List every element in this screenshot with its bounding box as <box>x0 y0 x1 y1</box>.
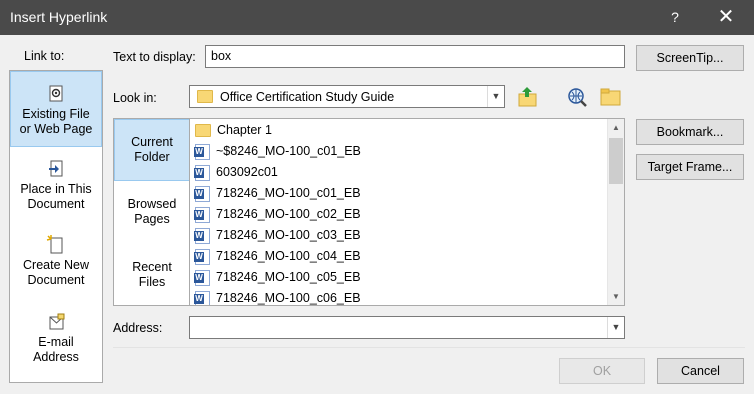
link-to-email-line1: E-mail <box>38 335 74 349</box>
file-name: Chapter 1 <box>217 123 272 137</box>
word-document-icon <box>194 164 210 181</box>
scroll-down-icon[interactable]: ▼ <box>608 288 624 305</box>
list-item[interactable]: 718246_MO-100_c05_EB <box>194 267 361 288</box>
folder-icon <box>195 124 211 138</box>
word-document-icon <box>194 185 210 202</box>
nav-browsed-pages[interactable]: Browsed Pages <box>114 197 190 237</box>
word-document-icon <box>194 227 210 244</box>
scroll-up-icon[interactable]: ▲ <box>608 119 624 136</box>
divider <box>113 347 745 348</box>
email-address-icon <box>46 312 66 332</box>
target-frame-button[interactable]: Target Frame... <box>636 154 744 180</box>
link-to-existing-line2: or Web Page <box>19 122 93 136</box>
address-label: Address: <box>113 321 163 335</box>
dialog-title: Insert Hyperlink <box>10 9 108 25</box>
word-document-icon <box>194 206 210 223</box>
link-to-create-line2: Document <box>27 273 85 287</box>
list-item[interactable]: 603092c01 <box>194 162 278 183</box>
file-list[interactable]: Chapter 1 ~$8246_MO-100_c01_EB 603092c01… <box>189 118 625 306</box>
file-name: 718246_MO-100_c05_EB <box>216 270 361 284</box>
up-folder-icon <box>518 87 537 107</box>
word-document-icon <box>194 143 210 160</box>
browse-file-icon <box>600 88 621 106</box>
list-item[interactable]: 718246_MO-100_c06_EB <box>194 288 361 305</box>
link-to-existing-file[interactable]: Existing File or Web Page <box>10 71 102 147</box>
nav-recent-line2: Files <box>138 275 166 289</box>
link-to-place-line1: Place in This <box>20 182 92 196</box>
link-to-existing-line1: Existing File <box>22 107 90 121</box>
list-item[interactable]: Chapter 1 <box>195 120 272 141</box>
file-name: 718246_MO-100_c03_EB <box>216 228 361 242</box>
link-to-place-in-document[interactable]: Place in This Document <box>10 159 102 215</box>
browse-web-icon <box>568 88 587 107</box>
close-button[interactable]: ✕ <box>706 0 746 35</box>
nav-recent-files[interactable]: Recent Files <box>114 260 190 300</box>
create-new-document-icon <box>46 235 66 255</box>
nav-current-line2: Folder <box>134 150 170 164</box>
nav-browsed-line1: Browsed <box>127 197 177 211</box>
file-name: 718246_MO-100_c06_EB <box>216 291 361 305</box>
word-document-icon <box>194 248 210 265</box>
look-in-label: Look in: <box>113 91 157 105</box>
nav-browsed-line2: Pages <box>134 212 170 226</box>
file-list-scrollbar[interactable]: ▲ ▼ <box>607 119 624 305</box>
list-item[interactable]: ~$8246_MO-100_c01_EB <box>194 141 361 162</box>
word-document-icon <box>194 290 210 305</box>
file-name: ~$8246_MO-100_c01_EB <box>216 144 361 158</box>
address-combo[interactable]: ▼ <box>189 316 625 339</box>
link-to-place-line2: Document <box>27 197 85 211</box>
scrollbar-thumb[interactable] <box>609 138 623 184</box>
text-to-display-input[interactable]: box <box>205 45 625 68</box>
file-name: 718246_MO-100_c02_EB <box>216 207 361 221</box>
file-name: 603092c01 <box>216 165 278 179</box>
link-to-panel: Existing File or Web Page Place in This … <box>9 70 103 383</box>
text-to-display-label: Text to display: <box>113 50 196 64</box>
look-in-combo[interactable]: Office Certification Study Guide ▼ <box>189 85 505 108</box>
title-bar: Insert Hyperlink ? ✕ <box>0 0 754 35</box>
cancel-button[interactable]: Cancel <box>657 358 744 384</box>
browse-web-button[interactable] <box>565 85 590 109</box>
chevron-down-icon[interactable]: ▼ <box>487 86 504 107</box>
up-folder-button[interactable] <box>516 85 541 109</box>
list-item[interactable]: 718246_MO-100_c01_EB <box>194 183 361 204</box>
look-in-value: Office Certification Study Guide <box>220 90 395 104</box>
nav-current-line1: Current <box>131 135 173 149</box>
help-button[interactable]: ? <box>660 0 690 35</box>
nav-recent-line1: Recent <box>132 260 172 274</box>
link-to-create-line1: Create New <box>23 258 89 272</box>
ok-button[interactable]: OK <box>559 358 645 384</box>
list-item[interactable]: 718246_MO-100_c04_EB <box>194 246 361 267</box>
place-in-document-icon <box>46 159 66 179</box>
insert-hyperlink-dialog: Insert Hyperlink ? ✕ Link to: Existing F… <box>0 0 754 394</box>
chevron-down-icon[interactable]: ▼ <box>607 317 624 338</box>
look-in-nav: Current Folder Browsed Pages Recent File… <box>113 118 190 306</box>
link-to-create-new-document[interactable]: Create New Document <box>10 235 102 291</box>
file-name: 718246_MO-100_c01_EB <box>216 186 361 200</box>
browse-file-button[interactable] <box>598 85 623 109</box>
look-in-folder-icon <box>197 90 213 103</box>
list-item[interactable]: 718246_MO-100_c03_EB <box>194 225 361 246</box>
existing-file-icon <box>46 84 66 104</box>
word-document-icon <box>194 269 210 286</box>
list-item[interactable]: 718246_MO-100_c02_EB <box>194 204 361 225</box>
link-to-label: Link to: <box>24 49 65 63</box>
link-to-email-line2: Address <box>33 350 79 364</box>
link-to-email-address[interactable]: E-mail Address <box>10 312 102 368</box>
nav-current-folder[interactable]: Current Folder <box>114 119 190 181</box>
screentip-button[interactable]: ScreenTip... <box>636 45 744 71</box>
bookmark-button[interactable]: Bookmark... <box>636 119 744 145</box>
file-name: 718246_MO-100_c04_EB <box>216 249 361 263</box>
